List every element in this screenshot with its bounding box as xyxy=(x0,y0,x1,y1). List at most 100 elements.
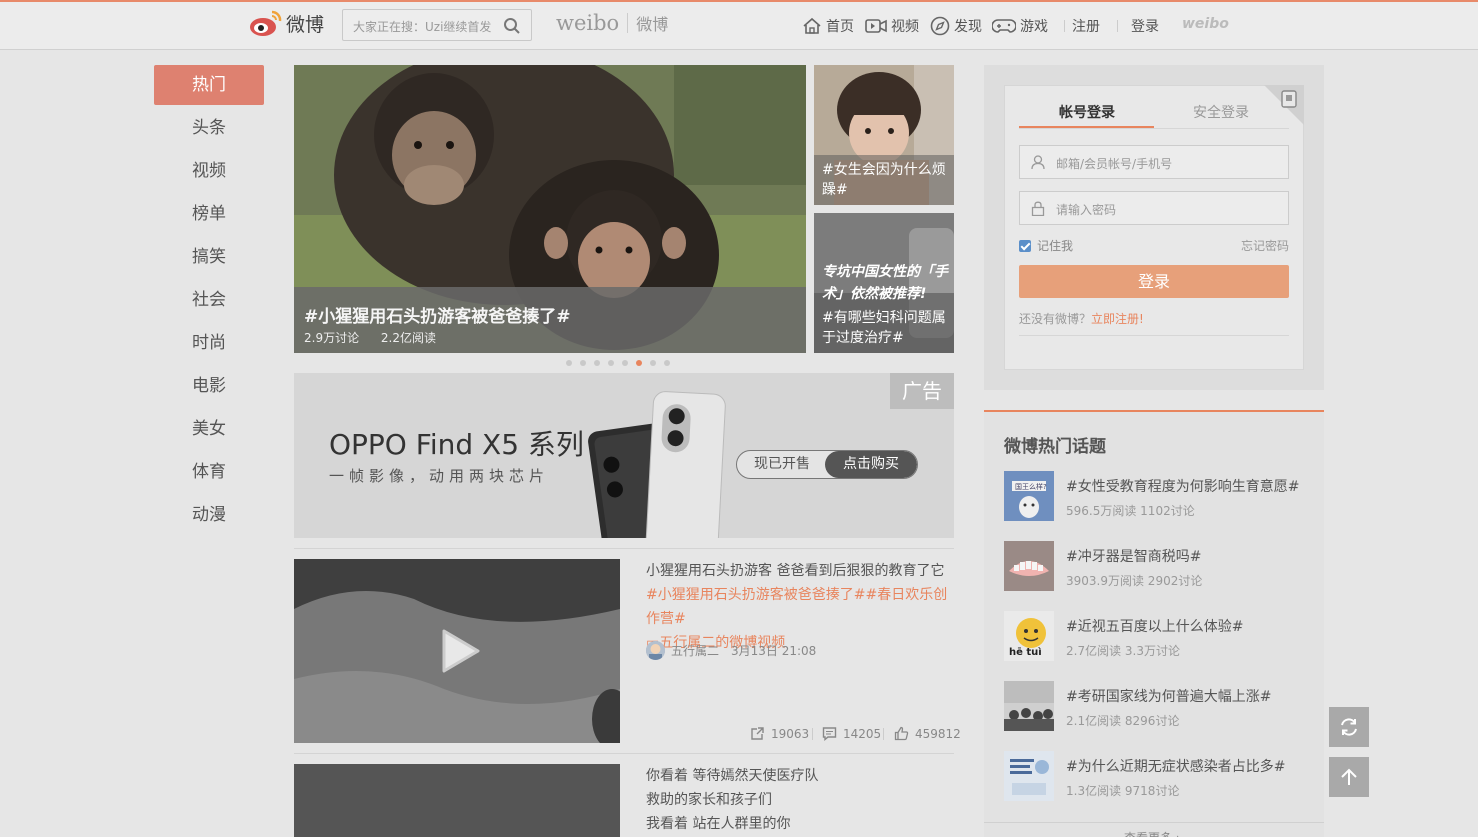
weibo-small-logo[interactable]: weibo xyxy=(1182,16,1229,32)
hot-topic-thumb[interactable] xyxy=(1004,751,1054,801)
carousel-main-slide[interactable]: #小猩猩用石头扔游客被爸爸揍了# 2.9万讨论 2.2亿阅读 xyxy=(294,65,806,353)
carousel-dot[interactable] xyxy=(664,360,670,366)
ad-on-sale-label: 现已开售 xyxy=(754,456,810,472)
hot-topic-thumb[interactable]: 国王么样? xyxy=(1004,471,1054,521)
login-button[interactable]: 登录 xyxy=(1019,265,1289,298)
carousel-main-meta: 2.9万讨论 2.2亿阅读 xyxy=(304,329,436,346)
nav-divider xyxy=(1117,20,1118,32)
hot-topic-meta: 596.5万阅读 1102讨论 xyxy=(1066,504,1195,518)
carousel-side-item[interactable]: 专坑中国女性的「手术」依然被推荐! #有哪些妇科问题属于过度治疗# xyxy=(814,213,954,353)
carousel-dots xyxy=(566,360,670,366)
video-thumbnail[interactable] xyxy=(294,559,620,743)
carousel-dot[interactable] xyxy=(580,360,586,366)
tab-underline xyxy=(1019,128,1289,129)
sidebar-item-anime[interactable]: 动漫 xyxy=(154,495,264,535)
forgot-password-link[interactable]: 忘记密码 xyxy=(1241,237,1289,254)
nav-game[interactable]: 游戏 xyxy=(992,15,1048,37)
game-icon xyxy=(992,19,1016,33)
register-now-link[interactable]: 立即注册! xyxy=(1091,312,1144,326)
ad-banner[interactable]: OPPO Find X5 系列 一帧影像，动用两块芯片 广告 现已开售 点击购买 xyxy=(294,373,954,538)
brand-divider xyxy=(627,13,629,33)
password-field[interactable]: 请输入密码 xyxy=(1019,191,1289,225)
refresh-icon xyxy=(1341,718,1357,736)
sidebar-item-society[interactable]: 社会 xyxy=(154,280,264,320)
comment-count: 14205 xyxy=(843,726,882,741)
login-divider xyxy=(1019,335,1289,336)
sidebar-item-movie[interactable]: 电影 xyxy=(154,366,264,406)
qr-switch-icon xyxy=(1264,85,1304,125)
play-icon[interactable] xyxy=(440,629,480,673)
nav-discover[interactable]: 发现 xyxy=(930,15,982,37)
tab-secure-login[interactable]: 安全登录 xyxy=(1193,102,1249,122)
nav-home[interactable]: 首页 xyxy=(802,15,854,37)
home-icon xyxy=(803,17,821,34)
nav-video-label: 视频 xyxy=(891,19,919,35)
carousel-dot[interactable] xyxy=(622,360,628,366)
ad-pill[interactable]: 现已开售 点击购买 xyxy=(736,450,918,479)
hot-topic-meta: 3903.9万阅读 2902讨论 xyxy=(1066,574,1203,588)
login-link[interactable]: 登录 xyxy=(1131,15,1159,37)
post-line: 你看着 等待嫣然天使医疗队 xyxy=(646,768,819,784)
carousel-side-item[interactable]: #女生会因为什么烦躁# xyxy=(814,65,954,205)
sidebar-item-sports[interactable]: 体育 xyxy=(154,452,264,492)
refresh-button[interactable] xyxy=(1329,707,1369,747)
avatar[interactable] xyxy=(646,641,665,660)
hot-topic-thumb[interactable]: hē tuì xyxy=(1004,611,1054,661)
carousel-dot[interactable] xyxy=(594,360,600,366)
tab-active-indicator xyxy=(1019,126,1154,128)
sidebar-item-video[interactable]: 视频 xyxy=(154,151,264,191)
hot-topic-title[interactable]: #近视五百度以上什么体验# xyxy=(1066,616,1243,636)
sidebar-item-funny[interactable]: 搞笑 xyxy=(154,237,264,277)
remember-label: 记住我 xyxy=(1037,239,1074,253)
sidebar-item-ranking[interactable]: 榜单 xyxy=(154,194,264,234)
carousel-dot[interactable] xyxy=(650,360,656,366)
nav-discover-label: 发现 xyxy=(954,19,982,35)
hot-topic-title[interactable]: #考研国家线为何普遍大幅上涨# xyxy=(1066,686,1271,706)
nav-video[interactable]: 视频 xyxy=(865,15,919,37)
hot-topic-title[interactable]: #冲牙器是智商税吗# xyxy=(1066,546,1201,566)
carousel-dot[interactable] xyxy=(608,360,614,366)
carousel-dot-active[interactable] xyxy=(636,360,642,366)
ad-brand: OPPO Find X5 系列 xyxy=(329,428,584,461)
post-text: 小猩猩用石头扔游客 爸爸看到后狠狠的教育了它 xyxy=(646,563,945,579)
qr-login-corner[interactable] xyxy=(1264,85,1304,125)
hot-topic-meta: 2.1亿阅读 8296讨论 xyxy=(1066,714,1180,728)
view-more-link[interactable]: 查看更多 › xyxy=(1124,829,1181,837)
comment-button[interactable]: 14205 xyxy=(822,726,881,741)
hot-topic-title[interactable]: #为什么近期无症状感染者占比多# xyxy=(1066,756,1285,776)
carousel-main-title[interactable]: #小猩猩用石头扔游客被爸爸揍了# xyxy=(304,302,571,327)
back-to-top-button[interactable] xyxy=(1329,757,1369,797)
like-button[interactable]: 459812 xyxy=(894,726,961,741)
weibo-wordmark: weibo 微博 xyxy=(556,11,668,35)
post-time: 3月13日 21:08 xyxy=(731,644,817,658)
share-button[interactable]: 19063 xyxy=(750,726,809,741)
brand-cn: 微博 xyxy=(636,15,669,34)
post-author[interactable]: 五行属二 3月13日 21:08 xyxy=(646,641,816,660)
sidebar-item-headlines[interactable]: 头条 xyxy=(154,108,264,148)
sidebar-item-fashion[interactable]: 时尚 xyxy=(154,323,264,363)
hot-topic-title[interactable]: #女性受教育程度为何影响生育意愿# xyxy=(1066,476,1299,496)
brand-en: weibo xyxy=(556,11,620,35)
post-hashtags[interactable]: #小猩猩用石头扔游客被爸爸揍了##春日欢乐创作营# xyxy=(646,587,947,627)
buy-now-button[interactable]: 点击购买 xyxy=(825,451,917,478)
register-link[interactable]: 注册 xyxy=(1072,15,1100,37)
hot-topic-thumb[interactable] xyxy=(1004,541,1054,591)
carousel-dot[interactable] xyxy=(566,360,572,366)
search-input[interactable]: 大家正在搜：Uzi继续首发 xyxy=(342,9,532,41)
username-field[interactable]: 邮箱/会员帐号/手机号 xyxy=(1019,145,1289,179)
share-count: 19063 xyxy=(771,726,810,741)
search-icon[interactable] xyxy=(503,17,521,38)
author-name[interactable]: 五行属二 xyxy=(671,642,719,659)
nav-divider xyxy=(1064,20,1065,32)
video-thumbnail[interactable] xyxy=(294,764,620,837)
sidebar-item-beauty[interactable]: 美女 xyxy=(154,409,264,449)
hot-topic-thumb[interactable] xyxy=(1004,681,1054,731)
share-icon xyxy=(751,727,764,740)
sidebar-item-hot[interactable]: 热门 xyxy=(154,65,264,105)
tab-account-login[interactable]: 帐号登录 xyxy=(1059,102,1115,122)
weibo-logo-icon xyxy=(250,10,282,36)
remember-checkbox[interactable] xyxy=(1019,239,1031,252)
remember-me[interactable]: 记住我 xyxy=(1019,237,1073,254)
stats-divider xyxy=(883,728,884,740)
weibo-logo[interactable]: 微博 xyxy=(248,8,324,38)
